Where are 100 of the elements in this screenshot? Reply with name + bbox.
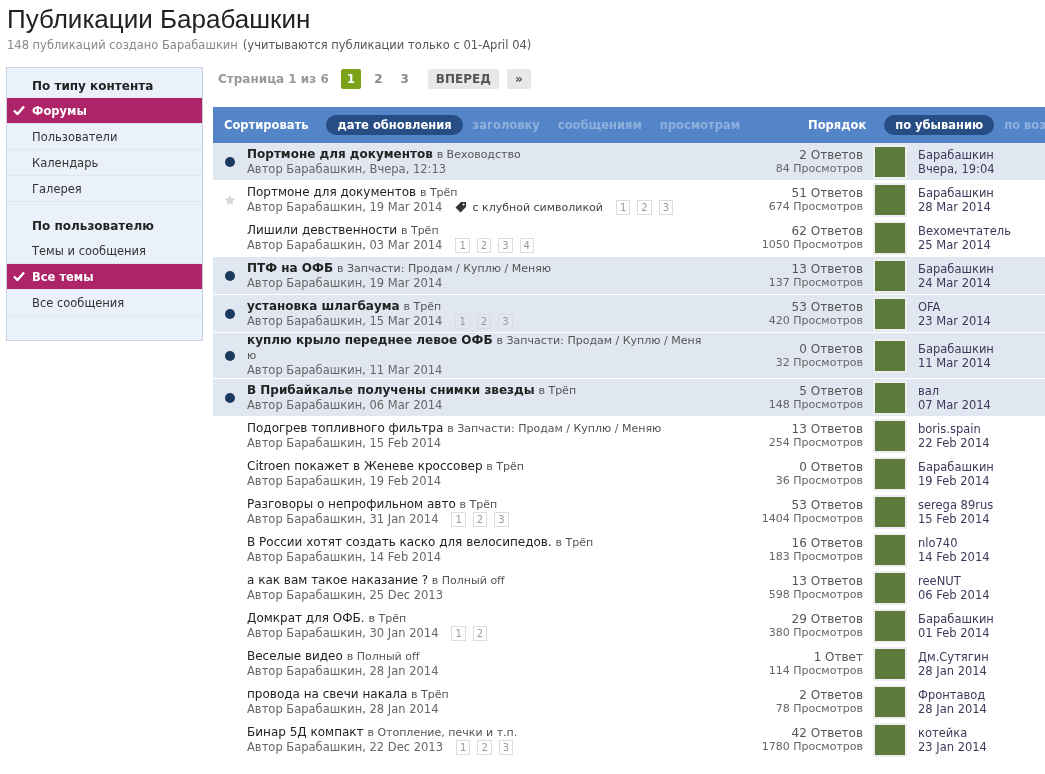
topic-byline: Автор Барабашкин, 25 Dec 2013 <box>247 587 443 603</box>
sidebar-item[interactable]: Все сообщения <box>7 290 202 316</box>
topic-tag[interactable]: с клубной символикой <box>472 199 603 215</box>
reply-count: 16 Ответов <box>791 536 863 550</box>
sort-option[interactable]: дате обновления <box>326 115 463 135</box>
topic-byline: Автор Барабашкин, 11 Mar 2014 <box>247 363 443 378</box>
last-page-button[interactable]: » <box>506 69 531 89</box>
unread-dot-icon <box>225 308 235 319</box>
topic-title[interactable]: Домкрат для ОФБ. в Трёп <box>247 610 702 626</box>
sidebar-item[interactable]: Пользователи <box>7 124 202 150</box>
topic-title[interactable]: Портмоне для документов в Веховодство <box>247 146 702 162</box>
topic-title[interactable]: Citroen покажет в Женеве кроссовер в Трёп <box>247 458 702 474</box>
sidebar-item[interactable]: Календарь <box>7 150 202 176</box>
topic-title[interactable]: Бинар 5Д компакт в Отопление, печки и т.п. <box>247 724 702 740</box>
last-post-date: 24 Mar 2014 <box>918 275 991 290</box>
reply-count: 2 Ответов <box>799 148 863 162</box>
unread-dot-icon <box>225 156 235 167</box>
view-count: 674 Просмотров <box>768 200 863 213</box>
last-post-date: 28 Jan 2014 <box>918 701 988 716</box>
topic-title[interactable]: Веселые видео в Полный off <box>247 648 702 664</box>
reply-count: 29 Ответов <box>791 612 863 626</box>
avatar-photo[interactable] <box>873 220 907 255</box>
last-poster[interactable]: serega 89rus <box>918 497 1045 512</box>
view-count: 148 Просмотров <box>768 398 863 411</box>
topic-title[interactable]: провода на свечи накала в Трёп <box>247 686 702 702</box>
avatar-photo[interactable] <box>873 494 907 529</box>
topic-byline: Автор Барабашкин, 30 Jan 2014 <box>247 625 439 641</box>
subtitle-note: (учитываются публикации только с 01-April 04) <box>242 38 532 52</box>
avatar-photo[interactable] <box>873 570 907 605</box>
last-poster[interactable]: Барабашкин <box>918 611 1045 626</box>
last-poster[interactable]: nlo740 <box>918 535 1045 550</box>
view-count: 36 Просмотров <box>775 474 863 487</box>
last-poster[interactable]: Барабашкин <box>918 147 1045 162</box>
topic-title[interactable]: Лишили девственности в Трёп <box>247 222 702 238</box>
last-poster[interactable]: Барабашкин <box>918 459 1045 474</box>
sidebar-item[interactable]: Все темы <box>7 264 202 290</box>
view-count: 84 Просмотров <box>775 162 863 175</box>
avatar-photo[interactable] <box>873 182 907 217</box>
last-poster[interactable]: котейка <box>918 725 1045 740</box>
last-poster[interactable]: reeNUT <box>918 573 1045 588</box>
order-option[interactable]: по убыванию <box>884 115 995 135</box>
view-count: 1050 Просмотров <box>761 238 863 251</box>
reply-count: 13 Ответов <box>791 422 863 436</box>
last-poster[interactable]: вал <box>918 383 1045 398</box>
avatar-photo[interactable] <box>873 532 907 567</box>
subtitle: 148 публикаций создано Барабашкин <box>7 38 238 52</box>
topic-title[interactable]: установка шлагбаума в Трёп <box>247 298 702 314</box>
last-poster[interactable]: Барабашкин <box>918 261 1045 276</box>
last-poster[interactable]: Барабашкин <box>918 341 1045 356</box>
last-post-date: 11 Mar 2014 <box>918 355 991 370</box>
topic-title[interactable]: а как вам такое наказание ? в Полный off <box>247 572 702 588</box>
last-poster[interactable]: Вехомечтатель <box>918 223 1045 238</box>
topic-byline: Автор Барабашкин, 22 Dec 2013 <box>247 739 443 755</box>
topic-title[interactable]: куплю крыло переднее левое ОФБ в Запчасти: Продам / Куплю / Меняю <box>247 333 702 363</box>
view-count: 598 Просмотров <box>768 588 863 601</box>
next-page-button[interactable]: ВПЕРЕД <box>427 69 499 89</box>
topic-title[interactable]: Подогрев топливного фильтра в Запчасти: Продам / Куплю / Меняю <box>247 420 702 436</box>
last-post-date: 22 Feb 2014 <box>918 435 991 450</box>
topic-title[interactable]: В России хотят создать каско для велосипедов. в Трёп <box>247 534 702 550</box>
sidebar-heading: По типу контента <box>31 78 155 95</box>
last-poster[interactable]: OFA <box>918 299 1045 314</box>
reply-count: 53 Ответов <box>791 498 863 512</box>
avatar-photo[interactable] <box>873 258 907 293</box>
topic-byline: Автор Барабашкин, 31 Jan 2014 <box>247 511 439 527</box>
topic-byline: Автор Барабашкин, 14 Feb 2014 <box>247 549 442 565</box>
avatar-photo[interactable] <box>873 338 907 373</box>
sidebar-item[interactable]: Галерея <box>7 176 202 202</box>
avatar-photo[interactable] <box>873 296 907 331</box>
view-count: 380 Просмотров <box>768 626 863 639</box>
check-icon <box>13 271 25 281</box>
avatar-photo[interactable] <box>873 608 907 643</box>
sidebar-item[interactable]: Форумы <box>7 98 202 124</box>
reply-count: 42 Ответов <box>791 726 863 740</box>
last-poster[interactable]: Барабашкин <box>918 185 1045 200</box>
avatar-photo[interactable] <box>873 418 907 453</box>
topic-title[interactable]: Разговоры о непрофильном авто в Трёп <box>247 496 702 512</box>
last-poster[interactable]: boris.spain <box>918 421 1045 436</box>
avatar-photo[interactable] <box>873 684 907 719</box>
last-post-date: 23 Jan 2014 <box>918 739 988 754</box>
view-count: 114 Просмотров <box>768 664 863 677</box>
page-link[interactable]: 2 <box>369 70 388 88</box>
last-poster[interactable]: Фронтавод <box>918 687 1045 702</box>
last-post-date: 19 Feb 2014 <box>918 473 990 488</box>
topic-title[interactable]: В Прибайкалье получены снимки звезды в Трёп <box>247 382 702 398</box>
avatar-photo[interactable] <box>873 646 907 681</box>
last-post-date: 25 Mar 2014 <box>918 237 992 252</box>
topic-title[interactable]: Портмоне для документов в Трёп <box>247 184 702 200</box>
last-poster[interactable]: Дм.Сутягин <box>918 649 1045 664</box>
page-link[interactable]: 3 <box>395 70 414 88</box>
last-post-date: Вчера, 19:04 <box>918 161 996 176</box>
last-post-date: 07 Mar 2014 <box>918 397 992 412</box>
avatar-photo[interactable] <box>873 144 907 179</box>
avatar-photo[interactable] <box>873 456 907 491</box>
topic-byline: Автор Барабашкин, 28 Jan 2014 <box>247 663 439 679</box>
topic-byline: Автор Барабашкин, 19 Mar 2014 <box>247 199 443 215</box>
topic-title[interactable]: ПТФ на ОФБ в Запчасти: Продам / Куплю / Меняю <box>247 260 702 276</box>
topic-byline: Автор Барабашкин, 19 Mar 2014 <box>247 275 443 291</box>
avatar-photo[interactable] <box>873 380 907 415</box>
view-count: 137 Просмотров <box>768 276 863 289</box>
avatar-photo[interactable] <box>873 722 907 757</box>
